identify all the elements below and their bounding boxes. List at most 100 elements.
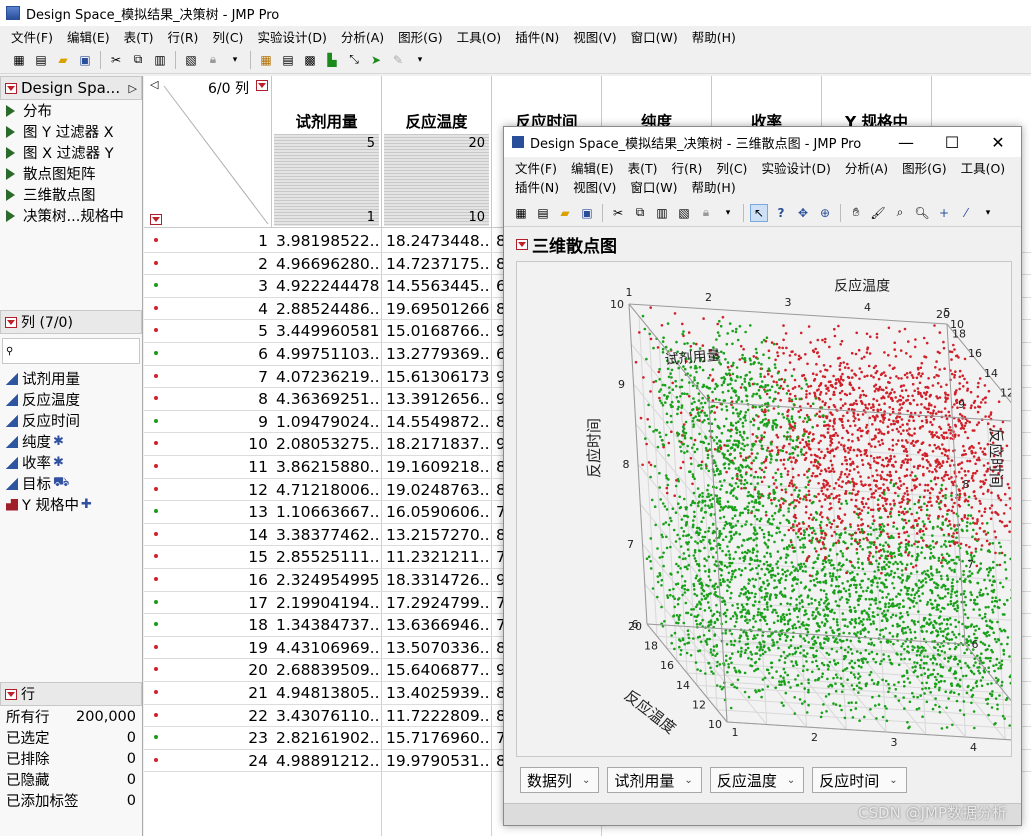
window-menu-item[interactable]: 工具(O) xyxy=(954,159,1013,178)
toolbar-overflow-icon[interactable]: ▾ xyxy=(979,204,997,222)
table-script-item[interactable]: 决策树...规格中 xyxy=(0,205,142,226)
cell-reagent[interactable]: 4.98891212... xyxy=(276,752,380,770)
toolbar-overflow-icon[interactable]: ▾ xyxy=(411,51,429,69)
row-number[interactable]: 6 xyxy=(144,345,268,363)
cell-reagent[interactable]: 2.82161902... xyxy=(276,729,380,747)
cell-reagent[interactable]: 4.922244478 xyxy=(276,277,380,295)
magnifier-tool-icon[interactable]: 🔍︎ xyxy=(913,204,931,222)
window-menu-item[interactable]: 实验设计(D) xyxy=(754,159,837,178)
new-script-icon[interactable]: ▤ xyxy=(534,204,552,222)
copy-icon[interactable]: ⧉ xyxy=(129,51,147,69)
row-number[interactable]: 21 xyxy=(144,684,268,702)
close-icon[interactable]: ✕ xyxy=(975,133,1021,152)
cell-reagent[interactable]: 4.96696280... xyxy=(276,255,380,273)
row-number[interactable]: 24 xyxy=(144,752,268,770)
cell-temperature[interactable]: 14.7237175... xyxy=(386,255,490,273)
expand-arrow-icon[interactable]: ▷ xyxy=(129,82,137,95)
paste-icon[interactable]: ▥ xyxy=(653,204,671,222)
row-number[interactable]: 12 xyxy=(144,481,268,499)
main-menu-item[interactable]: 行(R) xyxy=(161,27,206,46)
brush-tool-icon[interactable]: 🖌︎ xyxy=(869,204,887,222)
cut-icon[interactable]: ✂ xyxy=(107,51,125,69)
cell-reagent[interactable]: 3.86215880... xyxy=(276,458,380,476)
main-menu-item[interactable]: 工具(O) xyxy=(450,27,509,46)
journal-icon[interactable]: ▧ xyxy=(182,51,200,69)
rows-panel-header[interactable]: 行 xyxy=(0,682,142,706)
cut-icon[interactable]: ✂ xyxy=(609,204,627,222)
main-menu-item[interactable]: 实验设计(D) xyxy=(250,27,333,46)
main-menu-item[interactable]: 插件(N) xyxy=(508,27,566,46)
cell-temperature[interactable]: 15.6406877... xyxy=(386,661,490,679)
window-menu-item[interactable]: 分析(A) xyxy=(838,159,895,178)
fit-model-icon[interactable]: ➤ xyxy=(367,51,385,69)
cell-reagent[interactable]: 1.09479024... xyxy=(276,413,380,431)
column-list-item[interactable]: 反应时间 xyxy=(0,410,142,431)
cell-temperature[interactable]: 13.4025939... xyxy=(386,684,490,702)
window-menu-item[interactable]: 文件(F) xyxy=(508,159,564,178)
rows-summary-item[interactable]: 已排除 0 xyxy=(0,748,142,769)
window-menu-item[interactable]: 表(T) xyxy=(621,159,665,178)
main-menu-item[interactable]: 列(C) xyxy=(205,27,250,46)
line-tool-icon[interactable]: ⁄ xyxy=(957,204,975,222)
window-menu-item[interactable]: 插件(N) xyxy=(508,178,566,197)
column-header[interactable]: 反应温度 20 10 xyxy=(382,76,492,228)
row-number[interactable]: 18 xyxy=(144,616,268,634)
fit-y-by-x-icon[interactable]: ⤡ xyxy=(345,51,363,69)
column-info-icon[interactable]: ▤ xyxy=(279,51,297,69)
table-script-item[interactable]: 三维散点图 xyxy=(0,184,142,205)
help-tool-icon[interactable]: ? xyxy=(772,204,790,222)
row-number[interactable]: 10 xyxy=(144,435,268,453)
new-script-icon[interactable]: ▤ xyxy=(32,51,50,69)
column-list-item[interactable]: 目标 ⛟ xyxy=(0,473,142,494)
cell-temperature[interactable]: 11.7222809... xyxy=(386,707,490,725)
run-script-icon[interactable] xyxy=(6,146,15,159)
table-script-item[interactable]: 图 X 过滤器 Y xyxy=(0,142,142,163)
tabulate-icon[interactable]: ▩ xyxy=(301,51,319,69)
main-menu-item[interactable]: 编辑(E) xyxy=(60,27,117,46)
cell-reagent[interactable]: 2.19904194... xyxy=(276,594,380,612)
red-triangle-menu-icon[interactable] xyxy=(5,688,17,700)
data-table-icon[interactable]: ▦ xyxy=(257,51,275,69)
row-number[interactable]: 22 xyxy=(144,707,268,725)
table-script-item[interactable]: 图 Y 过滤器 X xyxy=(0,121,142,142)
cell-temperature[interactable]: 18.3314726... xyxy=(386,571,490,589)
cell-reagent[interactable]: 3.43076110... xyxy=(276,707,380,725)
cell-reagent[interactable]: 2.324954995 xyxy=(276,571,380,589)
cell-temperature[interactable]: 18.2473448... xyxy=(386,232,490,250)
run-script-icon[interactable] xyxy=(6,167,15,180)
report-header[interactable]: 三维散点图 xyxy=(516,231,617,257)
toolbar-overflow-icon[interactable]: ▾ xyxy=(226,51,244,69)
row-number[interactable]: 17 xyxy=(144,594,268,612)
selection-tool-icon[interactable]: ✥ xyxy=(794,204,812,222)
row-number[interactable]: 1 xyxy=(144,232,268,250)
cell-reagent[interactable]: 4.99751103... xyxy=(276,345,380,363)
column-list-item[interactable]: 反应温度 xyxy=(0,389,142,410)
run-script-icon[interactable] xyxy=(6,209,15,222)
cell-reagent[interactable]: 1.10663667... xyxy=(276,503,380,521)
columns-panel-header[interactable]: 列 (7/0) xyxy=(0,310,142,334)
cell-temperature[interactable]: 19.9790531... xyxy=(386,752,490,770)
window-menu-item[interactable]: 窗口(W) xyxy=(623,178,684,197)
journal-icon[interactable]: ▧ xyxy=(675,204,693,222)
row-number[interactable]: 2 xyxy=(144,255,268,273)
cell-temperature[interactable]: 17.2924799... xyxy=(386,594,490,612)
cell-reagent[interactable]: 2.68839509... xyxy=(276,661,380,679)
cell-temperature[interactable]: 13.2157270... xyxy=(386,526,490,544)
cell-reagent[interactable]: 4.07236219... xyxy=(276,368,380,386)
cell-temperature[interactable]: 15.7176960... xyxy=(386,729,490,747)
cell-temperature[interactable]: 13.6366946... xyxy=(386,616,490,634)
lock-icon[interactable]: 🔒︎ xyxy=(697,204,715,222)
row-number[interactable]: 9 xyxy=(144,413,268,431)
maximize-icon[interactable]: ☐ xyxy=(929,133,975,152)
column-list-item[interactable]: 试剂用量 xyxy=(0,368,142,389)
row-number[interactable]: 5 xyxy=(144,322,268,340)
rows-summary-item[interactable]: 所有行 200,000 xyxy=(0,706,142,727)
arrow-tool-icon[interactable]: ↖ xyxy=(750,203,768,222)
hand-tool-icon[interactable]: ✋︎ xyxy=(847,204,865,222)
window-menu-item[interactable]: 列(C) xyxy=(709,159,754,178)
cell-reagent[interactable]: 4.43106969... xyxy=(276,639,380,657)
run-script-icon[interactable] xyxy=(6,188,15,201)
cell-temperature[interactable]: 14.5563445... xyxy=(386,277,490,295)
window-menu-item[interactable]: 行(R) xyxy=(665,159,710,178)
window-menu-item[interactable]: 帮助(H) xyxy=(685,178,743,197)
